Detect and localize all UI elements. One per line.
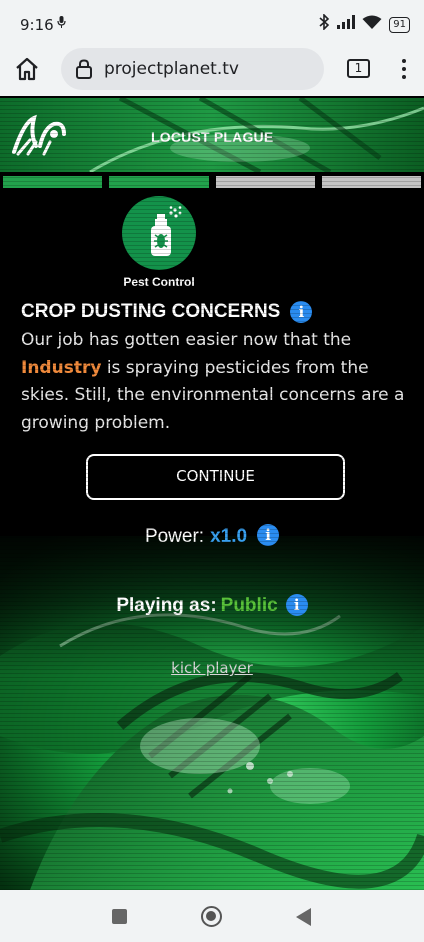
info-icon[interactable]: i: [257, 524, 280, 546]
status-bar: 9:16 91: [0, 0, 424, 46]
progress-segment: [109, 176, 209, 188]
back-icon[interactable]: [296, 908, 311, 926]
status-time: 9:16: [20, 16, 54, 34]
description-text: Our job has gotten easier now that the: [21, 330, 352, 350]
recents-icon[interactable]: [112, 909, 127, 924]
playing-as-stat: Playing as: Public i: [0, 594, 424, 617]
industry-highlight: Industry: [21, 357, 102, 378]
home-icon[interactable]: [13, 55, 41, 83]
microphone-icon: [57, 16, 66, 31]
info-icon[interactable]: i: [290, 301, 313, 323]
home-nav-icon[interactable]: [201, 906, 222, 927]
playing-label: Playing as:: [116, 595, 217, 616]
card-heading: CROP DUSTING CONCERNS i: [21, 301, 313, 323]
browser-toolbar: projectplanet.tv 1: [0, 46, 424, 96]
signal-icon: [337, 15, 356, 34]
kick-player-link[interactable]: kick player: [0, 659, 424, 677]
status-icons: 91: [318, 13, 410, 35]
card-description: Our job has gotten easier now that the I…: [21, 327, 406, 437]
locust-logo-icon: [10, 112, 68, 158]
progress-segment: [321, 176, 421, 188]
power-value: x1.0: [210, 526, 248, 547]
url-text: projectplanet.tv: [104, 59, 239, 79]
progress-segment: [3, 176, 103, 188]
system-nav-bar: [0, 890, 424, 942]
bluetooth-icon: [318, 13, 330, 35]
power-stat: Power: x1.0 i: [0, 524, 424, 548]
card-category-label: Pest Control: [123, 275, 195, 289]
tabs-icon[interactable]: 1: [347, 59, 370, 78]
card-title: CROP DUSTING CONCERNS: [21, 301, 281, 322]
pesticide-spray-icon: [142, 206, 182, 260]
wifi-icon: [362, 15, 382, 35]
more-menu-icon[interactable]: [398, 56, 410, 82]
game-banner: LOCUST PLAGUE: [0, 98, 424, 172]
game-page: LOCUST PLAGUE Pest Control CROP DUSTING …: [0, 96, 424, 890]
url-bar[interactable]: projectplanet.tv: [61, 48, 324, 90]
info-icon[interactable]: i: [285, 594, 308, 616]
progress-segment: [215, 176, 315, 188]
card-badge: [122, 196, 196, 270]
lock-icon: [75, 59, 93, 79]
power-label: Power:: [144, 526, 205, 547]
turn-progress: [3, 176, 421, 188]
playing-value: Public: [220, 595, 278, 616]
continue-button[interactable]: CONTINUE: [86, 454, 345, 500]
game-title: LOCUST PLAGUE: [151, 129, 274, 145]
battery-icon: 91: [389, 16, 410, 33]
